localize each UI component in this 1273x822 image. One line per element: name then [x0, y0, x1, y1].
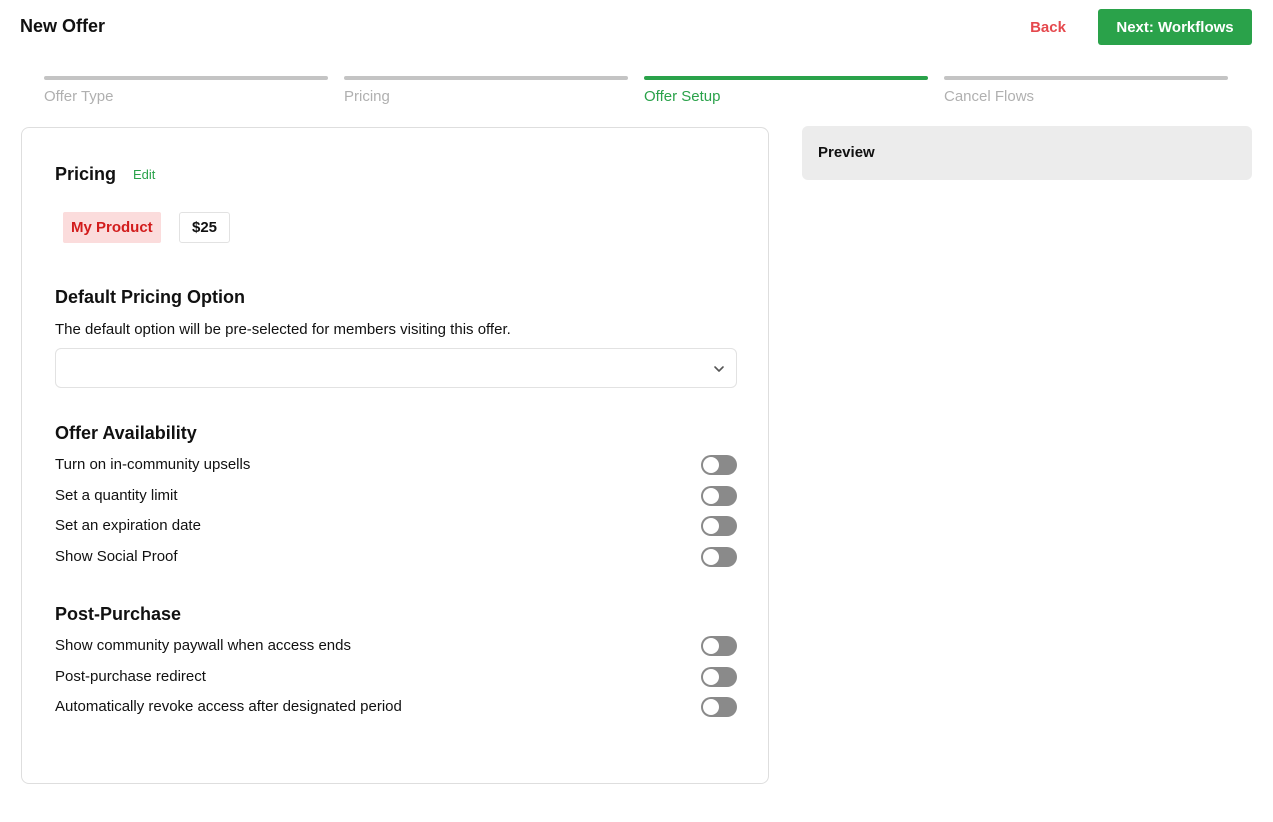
toggle-knob: [703, 488, 719, 504]
default-pricing-description: The default option will be pre-selected …: [55, 321, 511, 338]
toggle-row-paywall: Show community paywall when access ends: [55, 634, 737, 658]
toggle-row-revoke-access: Automatically revoke access after design…: [55, 695, 737, 719]
toggle-row-quantity-limit: Set a quantity limit: [55, 484, 737, 508]
toggle-knob: [703, 518, 719, 534]
social-proof-toggle[interactable]: [701, 547, 737, 567]
upsells-toggle[interactable]: [701, 455, 737, 475]
toggle-label: Set an expiration date: [55, 517, 201, 534]
step-label: Cancel Flows: [944, 88, 1035, 105]
price-tag: $25: [179, 212, 230, 243]
step-bar: [944, 76, 1228, 80]
toggle-label: Automatically revoke access after design…: [55, 698, 402, 715]
toggle-knob: [703, 549, 719, 565]
preview-title: Preview: [818, 144, 875, 161]
step-offer-type[interactable]: Offer Type: [44, 76, 328, 105]
default-pricing-title: Default Pricing Option: [55, 287, 246, 307]
toggle-row-redirect: Post-purchase redirect: [55, 665, 737, 689]
product-tag: My Product: [63, 212, 161, 243]
offer-availability-title: Offer Availability: [55, 423, 197, 443]
step-label: Offer Type: [44, 88, 114, 105]
post-purchase-title: Post-Purchase: [55, 604, 182, 624]
toggle-label: Set a quantity limit: [55, 487, 178, 504]
step-cancel-flows[interactable]: Cancel Flows: [944, 76, 1228, 105]
toggle-knob: [703, 457, 719, 473]
preview-panel: Preview: [802, 126, 1252, 180]
toggle-row-expiration-date: Set an expiration date: [55, 514, 737, 538]
step-offer-setup[interactable]: Offer Setup: [644, 76, 928, 105]
toggle-row-upsells: Turn on in-community upsells: [55, 453, 737, 477]
page-header: New Offer Back Next: Workflows: [0, 0, 1273, 56]
step-label: Pricing: [344, 88, 390, 105]
chevron-down-icon: [714, 366, 724, 372]
expiration-date-toggle[interactable]: [701, 516, 737, 536]
toggle-row-social-proof: Show Social Proof: [55, 545, 737, 569]
toggle-label: Turn on in-community upsells: [55, 456, 251, 473]
back-button[interactable]: Back: [1012, 9, 1084, 45]
paywall-toggle[interactable]: [701, 636, 737, 656]
step-pricing[interactable]: Pricing: [344, 76, 628, 105]
progress-stepper: Offer Type Pricing Offer Setup Cancel Fl…: [44, 76, 1228, 106]
quantity-limit-toggle[interactable]: [701, 486, 737, 506]
default-pricing-select[interactable]: [55, 348, 737, 388]
redirect-toggle[interactable]: [701, 667, 737, 687]
edit-pricing-link[interactable]: Edit: [133, 167, 155, 182]
offer-setup-card: Pricing Edit My Product $25 Default Pric…: [21, 127, 769, 784]
step-label: Offer Setup: [644, 88, 721, 105]
revoke-access-toggle[interactable]: [701, 697, 737, 717]
toggle-label: Show Social Proof: [55, 548, 178, 565]
pricing-title: Pricing: [55, 164, 117, 184]
toggle-knob: [703, 669, 719, 685]
toggle-label: Post-purchase redirect: [55, 668, 206, 685]
toggle-knob: [703, 699, 719, 715]
next-workflows-button[interactable]: Next: Workflows: [1098, 9, 1252, 45]
step-bar: [44, 76, 328, 80]
step-bar: [644, 76, 928, 80]
page-title: New Offer: [20, 16, 106, 36]
toggle-knob: [703, 638, 719, 654]
step-bar: [344, 76, 628, 80]
toggle-label: Show community paywall when access ends: [55, 637, 351, 654]
